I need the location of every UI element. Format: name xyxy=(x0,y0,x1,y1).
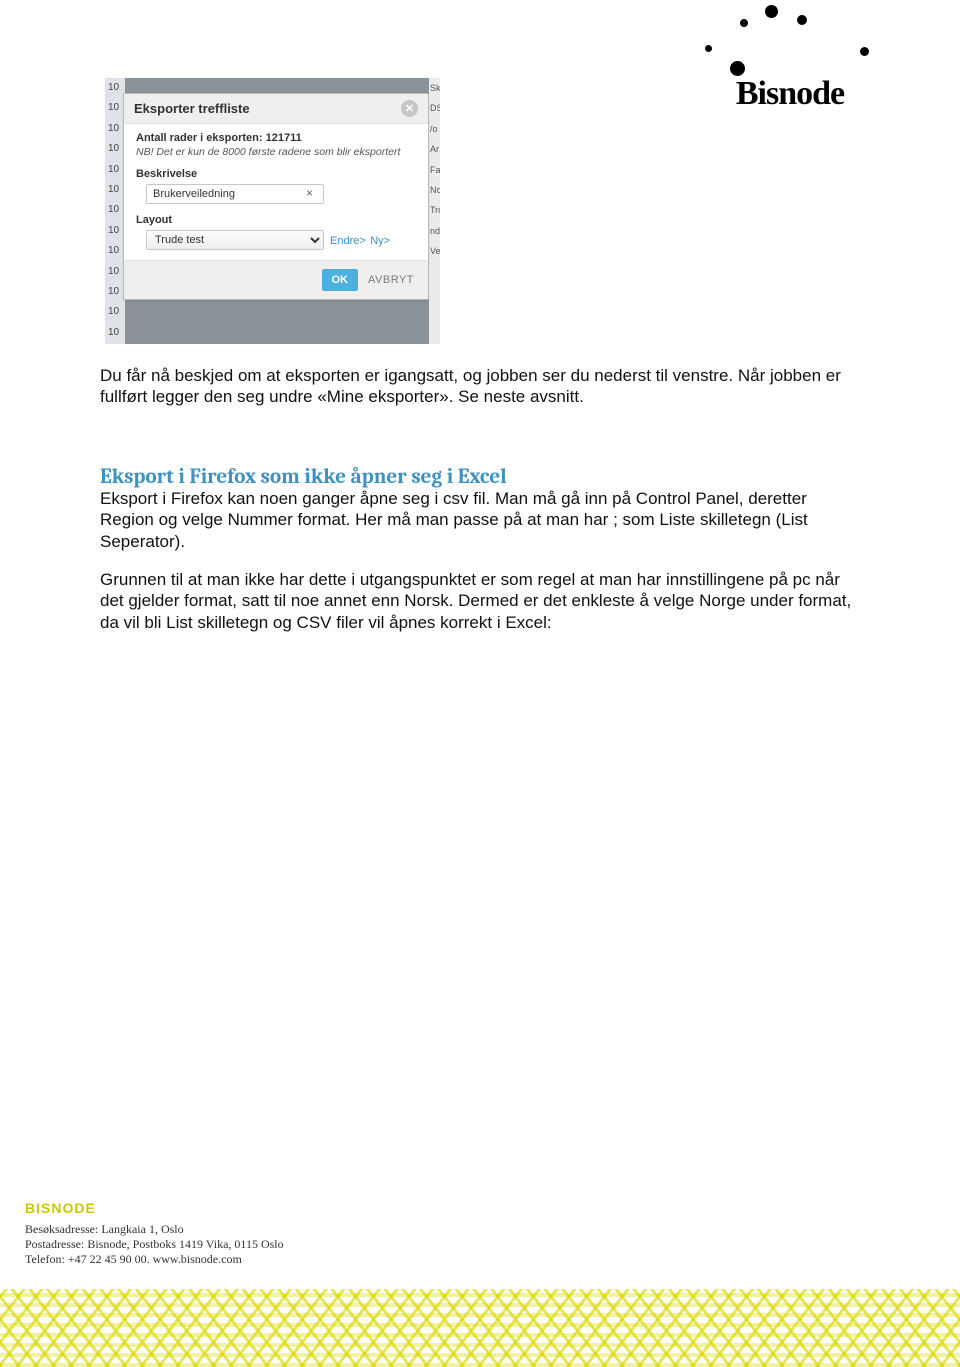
footer-brand: BISNODE xyxy=(25,1200,284,1216)
paragraph-1: Du får nå beskjed om at eksporten er iga… xyxy=(100,365,865,408)
layout-select[interactable]: Trude test xyxy=(146,230,324,250)
footer-phone-web: Telefon: +47 22 45 90 00. www.bisnode.co… xyxy=(25,1252,284,1267)
dialog-footer: OK AVBRYT xyxy=(124,260,428,299)
section-heading: Eksport i Firefox som ikke åpner seg i E… xyxy=(100,465,507,489)
export-dialog-screenshot: 10 10 10 10 10 10 10 10 10 10 10 10 10 S… xyxy=(105,78,440,344)
footer-address-visit: Besøksadresse: Langkaia 1, Oslo xyxy=(25,1222,284,1237)
row-count-value: 121711 xyxy=(266,132,302,144)
export-note: NB! Det er kun de 8000 første radene som… xyxy=(136,146,416,158)
cancel-button[interactable]: AVBRYT xyxy=(364,269,418,291)
paragraph-2: Eksport i Firefox kan noen ganger åpne s… xyxy=(100,488,865,552)
logo-text: Bisnode xyxy=(705,75,875,113)
dialog-body: Antall rader i eksporten: 121711 NB! Det… xyxy=(124,123,428,260)
row-count-label: Antall rader i eksporten: 121711 xyxy=(136,132,416,144)
document-page: Bisnode 10 10 10 10 10 10 10 10 10 10 10… xyxy=(0,0,960,1367)
close-icon[interactable]: ✕ xyxy=(401,100,418,117)
footer-address-post: Postadresse: Bisnode, Postboks 1419 Vika… xyxy=(25,1237,284,1252)
description-input[interactable] xyxy=(146,184,324,204)
export-dialog: Eksporter treffliste ✕ Antall rader i ek… xyxy=(123,93,429,300)
footer-pattern xyxy=(0,1289,960,1367)
layout-label: Layout xyxy=(136,214,416,226)
paragraph-3: Grunnen til at man ikke har dette i utga… xyxy=(100,569,865,633)
logo-dots-icon xyxy=(705,5,875,75)
dialog-title: Eksporter treffliste xyxy=(134,101,250,116)
layout-edit-link[interactable]: Endre> xyxy=(330,235,366,247)
layout-links: Endre> Ny> xyxy=(330,231,390,249)
description-label: Beskrivelse xyxy=(136,168,416,180)
dialog-titlebar: Eksporter treffliste ✕ xyxy=(124,94,428,123)
ok-button[interactable]: OK xyxy=(322,269,359,291)
bg-right-column: Sk DS /o Ar Fa No Tro nd Ve xyxy=(429,78,440,344)
layout-new-link[interactable]: Ny> xyxy=(370,235,390,247)
brand-logo: Bisnode xyxy=(705,5,875,113)
page-footer: BISNODE Besøksadresse: Langkaia 1, Oslo … xyxy=(25,1200,284,1267)
clear-description-icon[interactable]: × xyxy=(306,186,313,200)
bg-id-column: 10 10 10 10 10 10 10 10 10 10 10 10 10 xyxy=(105,78,125,344)
